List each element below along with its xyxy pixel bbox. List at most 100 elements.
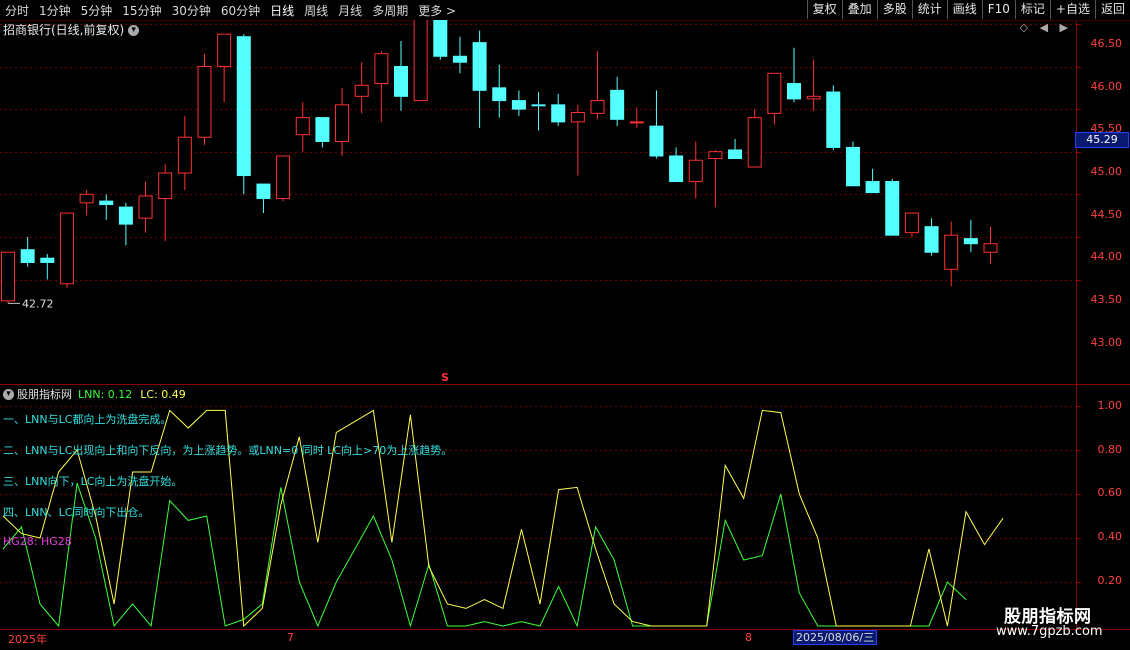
period-tab-10[interactable]: 更多 > (413, 2, 461, 19)
toolbar-button-7[interactable]: +自选 (1049, 0, 1095, 19)
candle-body (236, 36, 251, 177)
price-tick: 45.00 (1090, 165, 1123, 178)
candle-body (806, 95, 821, 100)
period-tab-8[interactable]: 月线 (333, 2, 367, 19)
chevron-down-icon[interactable]: ▾ (3, 388, 14, 400)
toolbar-button-2[interactable]: 多股 (876, 0, 912, 19)
chart-title-bar: 招商银行(日线,前复权) ▾ ◇ ◀ ▶ (0, 20, 1076, 38)
lc-value: LC: 0.49 (140, 387, 186, 401)
period-tab-5[interactable]: 60分钟 (216, 2, 265, 19)
min-price-label: 42.72 (22, 297, 54, 310)
candle-body (394, 66, 408, 97)
candle-body (551, 104, 566, 123)
candle-body (118, 206, 133, 225)
arrow-right-icon[interactable]: ▶ (1060, 21, 1068, 34)
candle-body (924, 226, 939, 253)
candle-body (276, 155, 291, 200)
arrow-left-icon[interactable]: ◀ (1040, 21, 1048, 34)
candle-body (79, 193, 94, 204)
candle-body (826, 91, 841, 148)
period-tab-6[interactable]: 日线 (265, 2, 299, 19)
candle-body (885, 181, 900, 236)
toolbar-button-6[interactable]: 标记 (1014, 0, 1050, 19)
candle-body (295, 117, 310, 136)
toolbar-button-3[interactable]: 统计 (911, 0, 947, 19)
toolbar-button-8[interactable]: 返回 (1094, 0, 1130, 19)
candle-body (845, 146, 860, 187)
candle-body (570, 112, 585, 123)
current-date-tag: 2025/08/06/三 (793, 630, 878, 645)
price-tick: 46.50 (1090, 37, 1123, 50)
diamond-icon[interactable]: ◇ (1020, 21, 1028, 34)
indicator-tick: 0.80 (1097, 443, 1123, 456)
candle-body (983, 243, 998, 253)
period-tab-4[interactable]: 30分钟 (167, 2, 216, 19)
candle-body (708, 151, 723, 160)
candle-body (1, 251, 15, 302)
period-tab-3[interactable]: 15分钟 (117, 2, 166, 19)
title-icons: ◇ ◀ ▶ (1012, 21, 1068, 34)
period-tab-2[interactable]: 5分钟 (76, 2, 118, 19)
price-tick: 44.50 (1090, 208, 1123, 221)
time-axis: 2025年 7 8 2025/08/06/三 (0, 630, 1076, 646)
period-tab-0[interactable]: 分时 (0, 2, 34, 19)
price-tick: 43.50 (1090, 293, 1123, 306)
sell-marker: S (441, 371, 449, 384)
candle-body (452, 55, 467, 63)
price-tick: 43.00 (1090, 336, 1123, 349)
candle-body (787, 83, 801, 100)
toolbar-button-4[interactable]: 画线 (946, 0, 982, 19)
watermark-url: www.7gpzb.com (996, 624, 1103, 639)
hg-label: HG28: HG28 (3, 535, 72, 548)
annotation-4: 四、LNN、LC同时向下出仓。 (3, 506, 150, 519)
candle-body (138, 195, 153, 219)
period-toolbar: 分时 1分钟 5分钟 15分钟 30分钟 60分钟 日线 周线 月线 多周期 更多 > 复权 叠加 多股… (0, 0, 1130, 21)
candle-body (158, 172, 173, 200)
candle-body (20, 249, 35, 263)
time-label-july: 7 (287, 631, 294, 644)
candle-body (335, 104, 350, 142)
watermark: 股朋指标网 www.7gpzb.com (990, 600, 1130, 646)
time-label-august: 8 (745, 631, 752, 644)
toolbar-right-buttons: 复权 叠加 多股 统计 画线 F10 标记 +自选 返回 (806, 0, 1130, 20)
candle-body (374, 53, 389, 85)
candle-body (40, 257, 55, 263)
candle-body (963, 238, 978, 245)
candle-body (649, 125, 664, 157)
candle-body (99, 200, 114, 206)
candle-body (944, 234, 959, 270)
candle-body (354, 84, 369, 97)
indicator-tick: 0.40 (1097, 530, 1123, 543)
chart-canvas: 46.5542.72 (0, 20, 1130, 632)
candle-body (59, 212, 74, 285)
period-tabs: 分时 1分钟 5分钟 15分钟 30分钟 60分钟 日线 周线 月线 多周期 更多 > (0, 0, 461, 20)
indicator-name[interactable]: 股朋指标网 (17, 386, 72, 402)
annotation-2: 二、LNN与LC出现向上和向下反向，为上涨趋势。或LNN=0 同时 LC向上>7… (3, 444, 453, 457)
indicator-tick: 1.00 (1097, 399, 1123, 412)
toolbar-button-1[interactable]: 叠加 (841, 0, 877, 19)
candle-body (197, 66, 212, 138)
current-price-tag: 45.29 (1075, 132, 1129, 148)
candle-body (315, 117, 330, 142)
candle-body (492, 87, 507, 102)
candle-body (688, 159, 703, 183)
toolbar-button-5[interactable]: F10 (981, 0, 1015, 19)
price-tick: 46.00 (1090, 80, 1123, 93)
toolbar-button-0[interactable]: 复权 (806, 0, 842, 19)
candle-body (472, 42, 487, 91)
candle-body (904, 212, 919, 234)
period-tab-1[interactable]: 1分钟 (34, 2, 76, 19)
period-tab-9[interactable]: 多周期 (367, 2, 413, 19)
candle-body (767, 72, 782, 114)
price-axis: 46.50 46.00 45.50 45.00 44.50 44.00 43.5… (1077, 20, 1130, 632)
period-tab-7[interactable]: 周线 (299, 2, 333, 19)
indicator-tick: 0.20 (1097, 574, 1123, 587)
candle-body (217, 33, 232, 67)
candle-body (669, 155, 684, 183)
chevron-down-icon[interactable]: ▾ (128, 25, 140, 36)
candle-body (747, 117, 762, 168)
annotation-1: 一、LNN与LC都向上为洗盘完成。 (3, 413, 172, 426)
stock-title[interactable]: 招商银行(日线,前复权) ▾ (3, 21, 140, 38)
time-label-year: 2025年 (8, 633, 47, 646)
candle-body (610, 89, 625, 120)
